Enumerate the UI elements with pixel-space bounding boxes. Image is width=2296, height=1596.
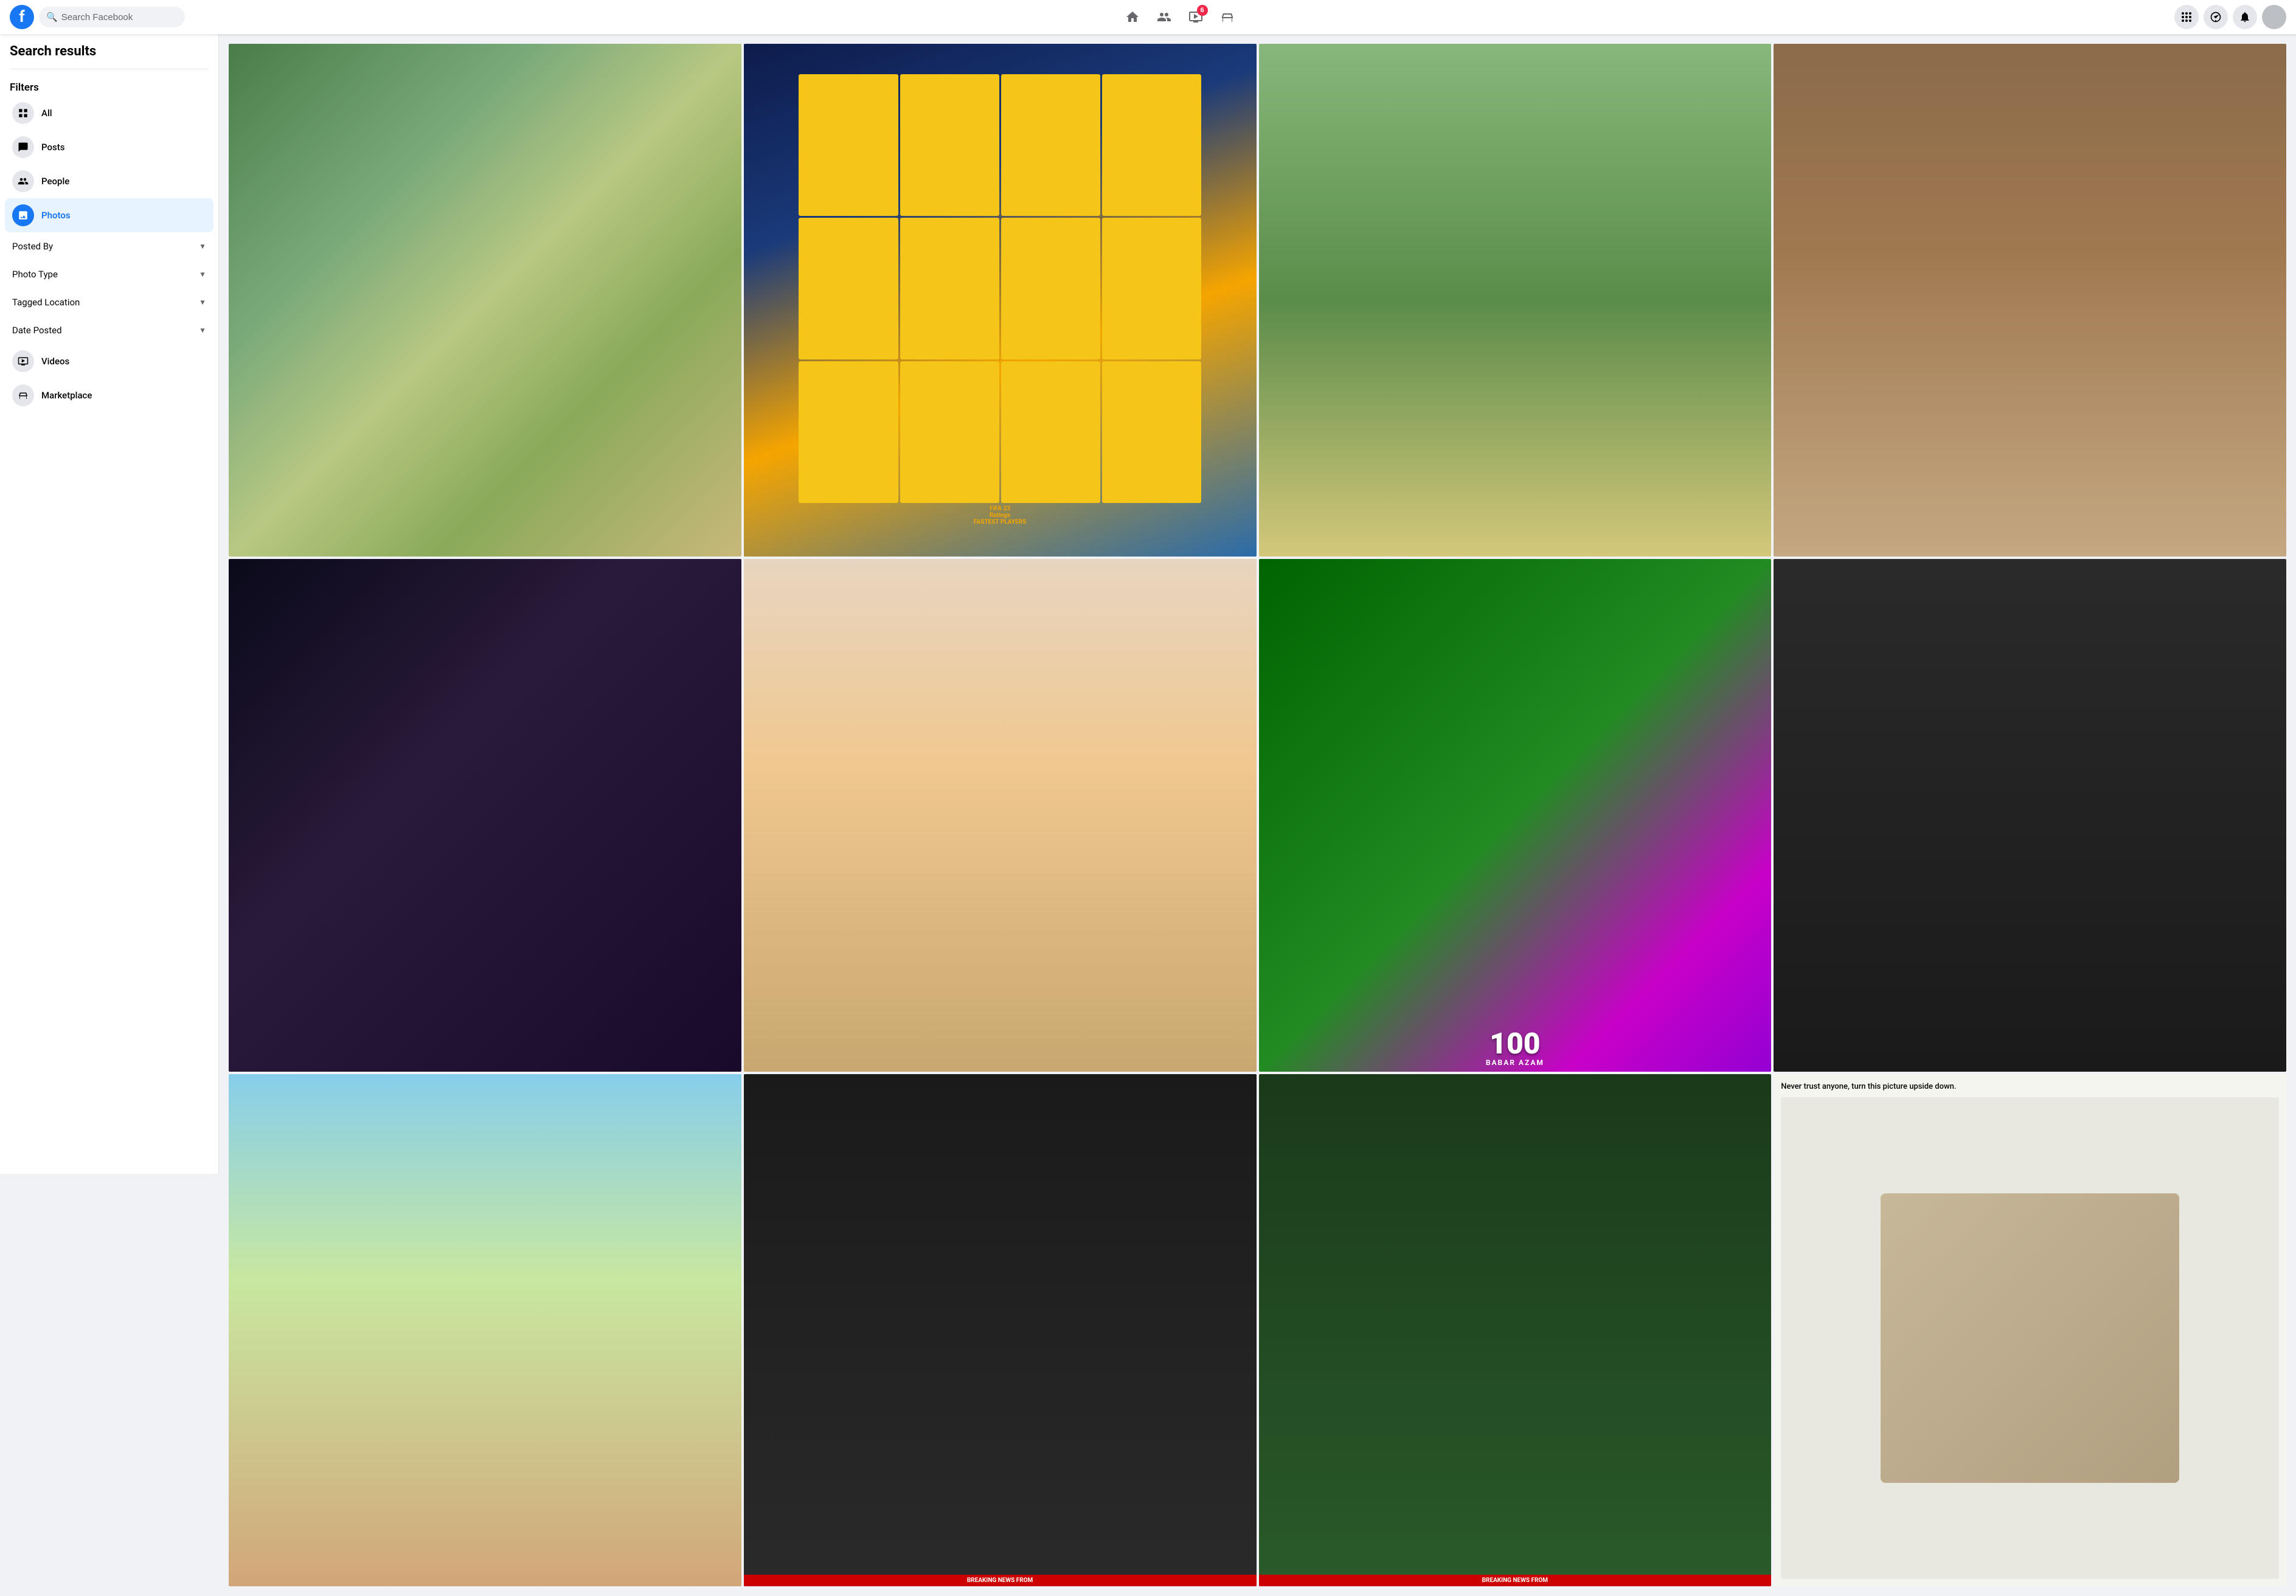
photo-cell[interactable]: 100 BABAR AZAM [1259,559,1772,1072]
sidebar-item-posts[interactable]: Posts [5,130,213,164]
watch-badge: 6 [1197,5,1208,16]
sidebar-photos-label: Photos [41,210,71,221]
sidebar-item-all[interactable]: All [5,96,213,130]
photo-cell[interactable] [744,559,1257,1072]
filter-tagged-location[interactable]: Tagged Location ▼ [5,288,213,316]
avatar [2262,5,2286,29]
photo-cell[interactable] [1774,559,2286,1072]
facebook-logo[interactable]: f [10,5,34,29]
bell-icon [2239,11,2251,23]
filters-label: Filters [5,77,213,96]
photo-cell[interactable]: Never trust anyone, turn this picture up… [1774,1074,2286,1587]
posted-by-chevron: ▼ [199,242,206,251]
date-posted-chevron: ▼ [199,326,206,335]
sidebar-all-label: All [41,108,52,119]
photo-cell[interactable] [1259,44,1772,557]
sidebar-item-photos[interactable]: Photos [5,198,213,232]
sidebar: Search results Filters All Posts [0,34,219,1174]
home-icon [1125,10,1140,24]
date-posted-label: Date Posted [12,325,62,336]
photo-type-label: Photo Type [12,269,58,280]
search-icon: 🔍 [46,12,58,23]
main-layout: Search results Filters All Posts [0,0,2296,1596]
navbar: f 🔍 6 [0,0,2296,34]
notifications-button[interactable] [2233,5,2257,29]
navbar-left: f 🔍 [10,5,185,29]
photo-cell[interactable]: BREAKING NEWS FROM [744,1074,1257,1587]
friends-icon [1157,10,1171,24]
search-input[interactable] [61,12,178,23]
nav-friends-button[interactable] [1150,2,1179,32]
marketplace-sidebar-icon [12,384,34,406]
nav-watch-button[interactable]: 6 [1181,2,1210,32]
photo-cell[interactable]: BREAKING NEWS FROM [1259,1074,1772,1587]
messenger-button[interactable] [2204,5,2228,29]
photo-cell[interactable]: FIFA 23RatingsFASTEST PLAYERS [744,44,1257,557]
tagged-location-chevron: ▼ [199,298,206,307]
messenger-icon [2210,11,2222,23]
sidebar-item-videos[interactable]: Videos [5,344,213,378]
all-icon [12,102,34,124]
filter-posted-by[interactable]: Posted By ▼ [5,232,213,260]
people-icon [12,170,34,192]
photo-type-chevron: ▼ [199,270,206,279]
filter-photo-type[interactable]: Photo Type ▼ [5,260,213,288]
navbar-center: 6 [190,2,2169,32]
posts-icon [12,136,34,158]
nav-home-button[interactable] [1118,2,1147,32]
sidebar-videos-label: Videos [41,356,69,367]
page-title: Search results [5,44,213,66]
facebook-logo-text: f [19,9,24,25]
sidebar-posts-label: Posts [41,142,64,153]
search-bar: 🔍 [39,7,185,27]
photo-cell[interactable] [229,559,741,1072]
photos-icon [12,204,34,226]
sidebar-item-marketplace[interactable]: Marketplace [5,378,213,412]
photos-grid: FIFA 23RatingsFASTEST PLAYERS 100 BABAR … [229,44,2286,1586]
photo-cell[interactable] [1774,44,2286,557]
photo-cell[interactable] [229,1074,741,1587]
sidebar-item-people[interactable]: People [5,164,213,198]
posted-by-label: Posted By [12,241,53,252]
sidebar-people-label: People [41,176,69,187]
apps-menu-button[interactable] [2174,5,2199,29]
tagged-location-label: Tagged Location [12,297,80,308]
videos-icon [12,350,34,372]
grid-icon [2180,11,2193,23]
filter-date-posted[interactable]: Date Posted ▼ [5,316,213,344]
profile-avatar-button[interactable] [2262,5,2286,29]
content-area: FIFA 23RatingsFASTEST PLAYERS 100 BABAR … [219,34,2296,1596]
marketplace-icon [1220,10,1235,24]
photo-cell[interactable] [229,44,741,557]
nav-marketplace-button[interactable] [1213,2,1242,32]
navbar-right [2174,5,2286,29]
sidebar-marketplace-label: Marketplace [41,390,92,401]
